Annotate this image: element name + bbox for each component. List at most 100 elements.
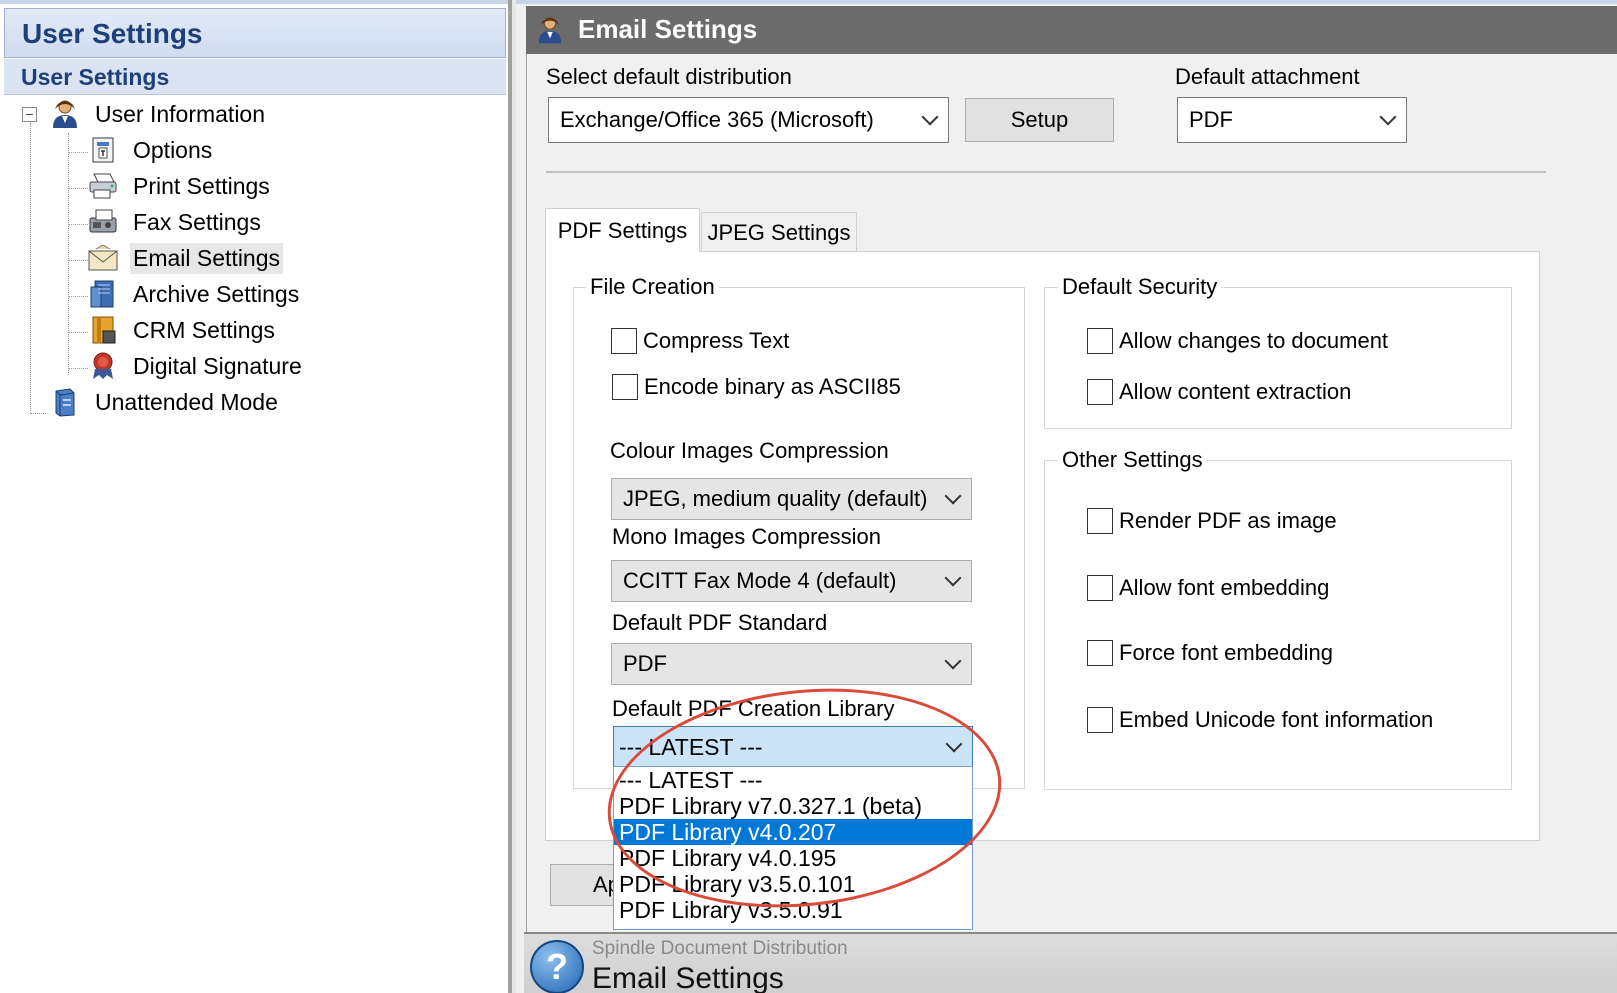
tree-line: [68, 332, 88, 333]
tree-item-options[interactable]: Options: [88, 133, 215, 167]
attachment-select[interactable]: PDF: [1177, 97, 1407, 143]
options-icon: [88, 135, 118, 165]
fax-icon: [88, 207, 118, 237]
tree-item-archive-settings[interactable]: Archive Settings: [88, 277, 302, 311]
distribution-label: Select default distribution: [546, 64, 792, 89]
file-creation-title: File Creation: [586, 274, 719, 300]
tree-item-fax-settings[interactable]: Fax Settings: [88, 205, 264, 239]
attachment-label: Default attachment: [1175, 64, 1360, 89]
tree-item-label: Fax Settings: [133, 208, 261, 235]
distribution-select-value: Exchange/Office 365 (Microsoft): [560, 107, 874, 132]
tree-item-unattended-mode[interactable]: Unattended Mode: [50, 385, 281, 419]
section-divider: [546, 171, 1546, 173]
mono-compression-select[interactable]: CCITT Fax Mode 4 (default): [611, 560, 972, 602]
default-security-group: [1044, 287, 1512, 429]
chevron-down-icon: [921, 108, 939, 126]
colour-compression-value: JPEG, medium quality (default): [623, 486, 928, 511]
tree-item-digital-signature[interactable]: Digital Signature: [88, 349, 305, 383]
allow-changes-checkbox[interactable]: Allow changes to document: [1087, 328, 1388, 354]
help-icon[interactable]: ?: [530, 940, 584, 993]
envelope-icon: [88, 243, 118, 273]
chevron-down-icon: [944, 487, 962, 505]
pdf-standard-value: PDF: [623, 651, 667, 676]
tree-item-user-information[interactable]: User Information: [50, 97, 268, 131]
allow-font-embedding-checkbox[interactable]: Allow font embedding: [1087, 575, 1329, 601]
user-icon: [536, 16, 564, 44]
distribution-select[interactable]: Exchange/Office 365 (Microsoft): [548, 97, 949, 143]
dropdown-option[interactable]: PDF Library v7.0.327.1 (beta): [614, 793, 972, 819]
colour-compression-label: Colour Images Compression: [610, 438, 889, 463]
tree-item-email-settings[interactable]: Email Settings: [88, 241, 284, 275]
tree-item-print-settings[interactable]: Print Settings: [88, 169, 273, 203]
checkbox-box: [612, 374, 638, 400]
allow-font-embedding-label: Allow font embedding: [1119, 575, 1330, 600]
pane-top-border: [0, 0, 508, 4]
tree-line: [68, 368, 88, 369]
force-font-embedding-checkbox[interactable]: Force font embedding: [1087, 640, 1333, 666]
compress-text-label: Compress Text: [643, 328, 790, 353]
chevron-down-icon: [1379, 108, 1397, 126]
pdf-library-dropdown-list[interactable]: --- LATEST --- PDF Library v7.0.327.1 (b…: [613, 766, 973, 930]
compress-text-checkbox[interactable]: Compress Text: [611, 328, 789, 354]
tree-line: [68, 224, 88, 225]
other-settings-title: Other Settings: [1058, 447, 1207, 473]
pdf-library-value: --- LATEST ---: [619, 733, 763, 760]
tree-item-label: Email Settings: [130, 242, 284, 274]
embed-unicode-checkbox[interactable]: Embed Unicode font information: [1087, 707, 1433, 733]
printer-icon: [88, 171, 118, 201]
tree-item-label: Unattended Mode: [95, 388, 278, 415]
tree-line: [68, 260, 88, 261]
user-icon: [50, 99, 80, 129]
tree-line: [68, 188, 88, 189]
colour-compression-select[interactable]: JPEG, medium quality (default): [611, 478, 972, 520]
tree-item-label: Digital Signature: [133, 352, 302, 379]
nav-subheader[interactable]: User Settings: [4, 59, 506, 95]
seal-icon: [88, 351, 118, 381]
tab-pdf-settings[interactable]: PDF Settings: [545, 208, 700, 252]
tab-jpeg-settings[interactable]: JPEG Settings: [701, 212, 857, 252]
allow-extraction-checkbox[interactable]: Allow content extraction: [1087, 379, 1351, 405]
content-header-title: Email Settings: [578, 14, 758, 44]
attachment-select-value: PDF: [1189, 107, 1233, 132]
tree-collapse-toggle[interactable]: −: [22, 107, 37, 122]
encode-binary-checkbox[interactable]: Encode binary as ASCII85: [612, 374, 901, 400]
allow-changes-label: Allow changes to document: [1119, 328, 1389, 353]
pane-top-border: [516, 0, 1617, 4]
checkbox-box: [1087, 640, 1113, 666]
dropdown-option[interactable]: PDF Library v3.5.0.101: [614, 871, 972, 897]
encode-binary-label: Encode binary as ASCII85: [644, 374, 901, 399]
tree-item-crm-settings[interactable]: CRM Settings: [88, 313, 278, 347]
content-header: Email Settings: [526, 6, 1617, 54]
render-image-checkbox[interactable]: Render PDF as image: [1087, 508, 1337, 534]
dropdown-option[interactable]: PDF Library v4.0.195: [614, 845, 972, 871]
nav-header-title: User Settings: [22, 18, 203, 49]
tree-item-label: Print Settings: [133, 172, 270, 199]
allow-extraction-label: Allow content extraction: [1119, 379, 1352, 404]
settings-navigation-pane: User Settings User Settings − User Infor…: [0, 0, 512, 993]
tree-line: [30, 413, 46, 414]
mono-compression-label: Mono Images Compression: [612, 524, 882, 549]
tree-line: [68, 133, 69, 375]
pdf-library-select[interactable]: --- LATEST ---: [613, 726, 973, 768]
pdf-library-label: Default PDF Creation Library: [612, 696, 895, 721]
checkbox-box: [1087, 328, 1113, 354]
chevron-down-icon: [944, 569, 962, 587]
chevron-down-icon: [944, 652, 962, 670]
pdf-standard-label: Default PDF Standard: [612, 610, 828, 635]
tree-line: [68, 296, 88, 297]
checkbox-box: [611, 328, 637, 354]
dropdown-option-highlighted[interactable]: PDF Library v4.0.207: [614, 819, 972, 845]
embed-unicode-label: Embed Unicode font information: [1119, 707, 1434, 732]
nav-header: User Settings: [4, 8, 506, 58]
checkbox-box: [1087, 707, 1113, 733]
setup-button[interactable]: Setup: [965, 98, 1114, 142]
tree-line: [30, 123, 31, 413]
dropdown-option[interactable]: PDF Library v3.5.0.91: [614, 897, 972, 923]
server-icon: [50, 387, 80, 417]
pdf-standard-select[interactable]: PDF: [611, 643, 972, 685]
dropdown-option[interactable]: --- LATEST ---: [614, 767, 972, 793]
tree-item-label: Options: [133, 136, 213, 163]
crm-icon: [88, 315, 118, 345]
checkbox-box: [1087, 575, 1113, 601]
nav-subheader-title: User Settings: [21, 64, 170, 90]
